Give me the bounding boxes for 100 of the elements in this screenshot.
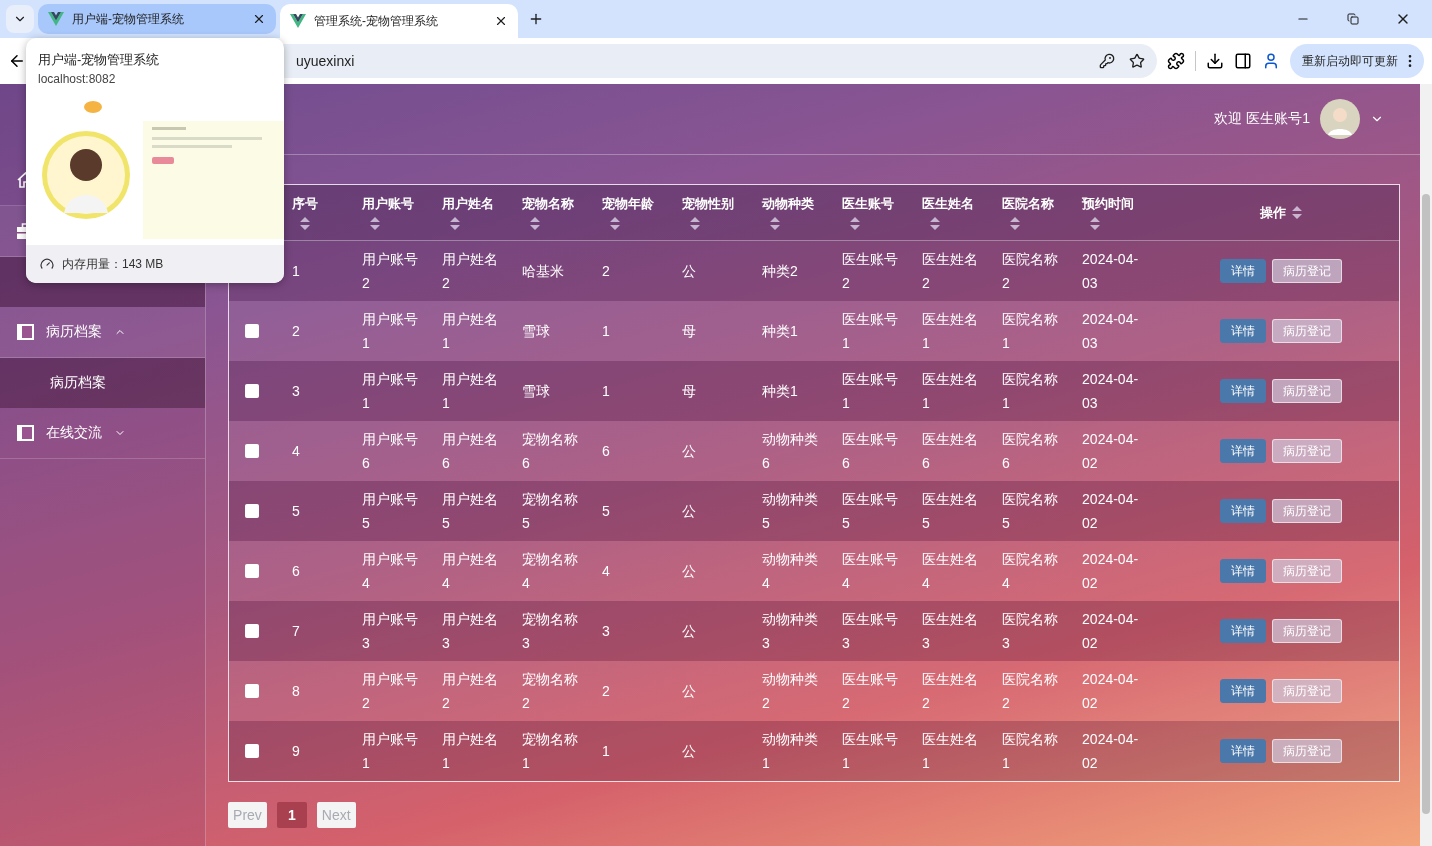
table-cell-text: 用户账号2 <box>362 670 420 713</box>
table-cell-text: 种类1 <box>762 322 798 341</box>
table-cell-text: 医院名称3 <box>1002 610 1060 653</box>
column-header: 操作 <box>1259 203 1286 222</box>
table-cell-text: 动物种类3 <box>762 610 820 653</box>
table-cell-text: 用户账号5 <box>362 490 420 533</box>
table-cell-text: 宠物名称5 <box>522 490 580 533</box>
table-cell-text: 4 <box>292 442 300 461</box>
column-header: 宠物年龄 <box>602 195 655 213</box>
table-cell-text: 6 <box>602 442 610 461</box>
table-cell-text: 2024-04-02 <box>1082 730 1140 773</box>
column-header: 医院名称 <box>1002 195 1055 213</box>
table-cell-text: 医生账号5 <box>842 490 900 533</box>
column-header: 动物种类 <box>762 195 815 213</box>
table-cell-text: 用户姓名2 <box>442 670 500 713</box>
column-header: 宠物名称 <box>522 195 575 213</box>
table-cell-text: 2024-04-02 <box>1082 670 1140 713</box>
table-cell-text: 公 <box>682 682 697 701</box>
table-cell-text: 用户账号1 <box>362 730 420 773</box>
table-cell-text: 医院名称1 <box>1002 310 1060 353</box>
table-cell-text: 哈基米 <box>522 262 565 281</box>
table-cell-text: 2024-04-03 <box>1082 310 1140 353</box>
table-cell-text: 医生账号2 <box>842 670 900 713</box>
table-cell-text: 1 <box>602 382 610 401</box>
table-cell-text: 宠物名称3 <box>522 610 580 653</box>
table-cell-text: 医生姓名5 <box>922 490 980 533</box>
table-cell-text: 医生账号3 <box>842 610 900 653</box>
table-cell-text: 用户姓名4 <box>442 550 500 593</box>
table-cell-text: 用户账号2 <box>362 250 420 293</box>
column-header: 医生账号 <box>842 195 895 213</box>
table-cell-text: 2024-04-02 <box>1082 430 1140 473</box>
memory-usage-text: 内存用量：143 MB <box>62 255 164 273</box>
table-cell-text: 雪球 <box>522 322 551 341</box>
table-cell-text: 医生账号1 <box>842 310 900 353</box>
table-cell-text: 公 <box>682 442 697 461</box>
table-cell-text: 5 <box>602 502 610 521</box>
table-cell-text: 医生账号6 <box>842 430 900 473</box>
table-cell-text: 宠物名称1 <box>522 730 580 773</box>
table-cell-text: 8 <box>292 682 300 701</box>
table-cell-text: 宠物名称2 <box>522 670 580 713</box>
table-cell-text: 动物种类2 <box>762 670 820 713</box>
table-cell-text: 雪球 <box>522 382 551 401</box>
column-header: 用户账号 <box>362 195 415 213</box>
table-cell-text: 医院名称1 <box>1002 370 1060 413</box>
table-cell-text: 用户账号6 <box>362 430 420 473</box>
table-cell-text: 用户账号3 <box>362 610 420 653</box>
table-cell-text: 医生姓名1 <box>922 730 980 773</box>
table-cell-text: 医生姓名4 <box>922 550 980 593</box>
table-cell-text: 用户姓名5 <box>442 490 500 533</box>
table-cell-text: 医院名称2 <box>1002 670 1060 713</box>
table-cell-text: 医生姓名2 <box>922 670 980 713</box>
table-cell-text: 公 <box>682 562 697 581</box>
table-cell-text: 用户账号1 <box>362 310 420 353</box>
table-cell-text: 1 <box>602 322 610 341</box>
table-cell-text: 用户姓名2 <box>442 250 500 293</box>
table-cell-text: 2024-04-02 <box>1082 550 1140 593</box>
table-cell-text: 动物种类5 <box>762 490 820 533</box>
column-header: 宠物性别 <box>682 195 735 213</box>
table-cell-text: 动物种类6 <box>762 430 820 473</box>
table-cell-text: 医院名称1 <box>1002 730 1060 773</box>
table-cell-text: 动物种类1 <box>762 730 820 773</box>
table-cell-text: 公 <box>682 502 697 521</box>
table-cell-text: 2 <box>602 682 610 701</box>
table-cell-text: 用户姓名3 <box>442 610 500 653</box>
column-header: 预约时间 <box>1082 195 1135 213</box>
table-cell-text: 2024-04-02 <box>1082 610 1140 653</box>
table-cell-text: 医院名称6 <box>1002 430 1060 473</box>
table-cell-text: 动物种类4 <box>762 550 820 593</box>
table-cell-text: 种类2 <box>762 262 798 281</box>
column-header: 用户姓名 <box>442 195 495 213</box>
table-cell-text: 种类1 <box>762 382 798 401</box>
table-cell-text: 6 <box>292 562 300 581</box>
table-cell-text: 9 <box>292 742 300 761</box>
table-cell-text: 5 <box>292 502 300 521</box>
preview-title: 用户端-宠物管理系统 <box>37 51 161 69</box>
table-cell-text: 医院名称5 <box>1002 490 1060 533</box>
table-cell-text: 医生账号1 <box>842 370 900 413</box>
table-cell-text: 母 <box>682 382 697 401</box>
table-cell-text: 宠物名称6 <box>522 430 580 473</box>
table-cell-text: 2024-04-03 <box>1082 370 1140 413</box>
table-cell-text: 2 <box>292 322 300 341</box>
table-cell-text: 医生姓名1 <box>922 370 980 413</box>
table-cell-text: 1 <box>602 742 610 761</box>
column-header: 医生姓名 <box>922 195 975 213</box>
table-cell-text: 3 <box>602 622 610 641</box>
table-cell-text: 公 <box>682 742 697 761</box>
table-cell-text: 3 <box>292 382 300 401</box>
table-cell-text: 医院名称4 <box>1002 550 1060 593</box>
table-cell-text: 1 <box>292 262 300 281</box>
table-cell-text: 医生账号4 <box>842 550 900 593</box>
column-header: 序号 <box>292 195 319 213</box>
table-cell-text: 用户账号4 <box>362 550 420 593</box>
table-cell-text: 用户姓名6 <box>442 430 500 473</box>
table-cell-text: 2024-04-03 <box>1082 250 1140 293</box>
table-cell-text: 医生姓名3 <box>922 610 980 653</box>
table-cell-text: 用户账号1 <box>362 370 420 413</box>
table-cell-text: 宠物名称4 <box>522 550 580 593</box>
table-cell-text: 医生姓名2 <box>922 250 980 293</box>
table-cell-text: 2 <box>602 262 610 281</box>
table-cell-text: 医生姓名6 <box>922 430 980 473</box>
